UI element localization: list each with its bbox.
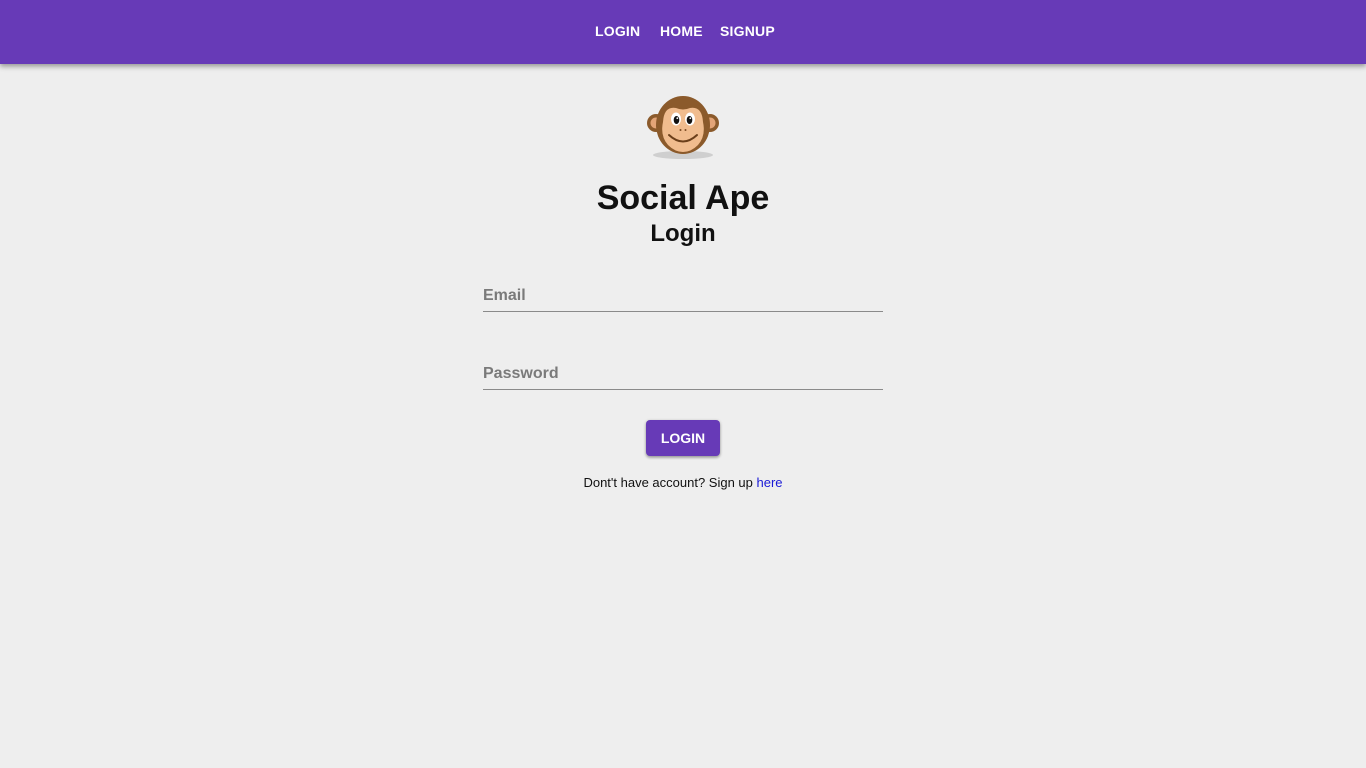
- signup-prompt: Dont't have account? Sign up here: [0, 474, 1366, 492]
- email-field-wrapper: [483, 281, 883, 313]
- app-title: Social Ape: [596, 179, 770, 217]
- app-bar: LOGIN HOME SIGNUP: [0, 0, 1366, 64]
- email-input[interactable]: [483, 281, 883, 312]
- login-submit-button[interactable]: LOGIN: [646, 420, 720, 456]
- nav-login-link[interactable]: LOGIN: [595, 20, 640, 42]
- password-input[interactable]: [483, 359, 883, 390]
- signup-here-link[interactable]: here: [757, 475, 783, 490]
- nav-home-link[interactable]: HOME: [660, 20, 703, 42]
- signup-prompt-text: Dont't have account? Sign up: [583, 475, 757, 490]
- nav-signup-link[interactable]: SIGNUP: [720, 20, 775, 42]
- monkey-face-icon: [646, 92, 720, 160]
- password-field-wrapper: [483, 359, 883, 391]
- page-subtitle: Login: [650, 220, 716, 247]
